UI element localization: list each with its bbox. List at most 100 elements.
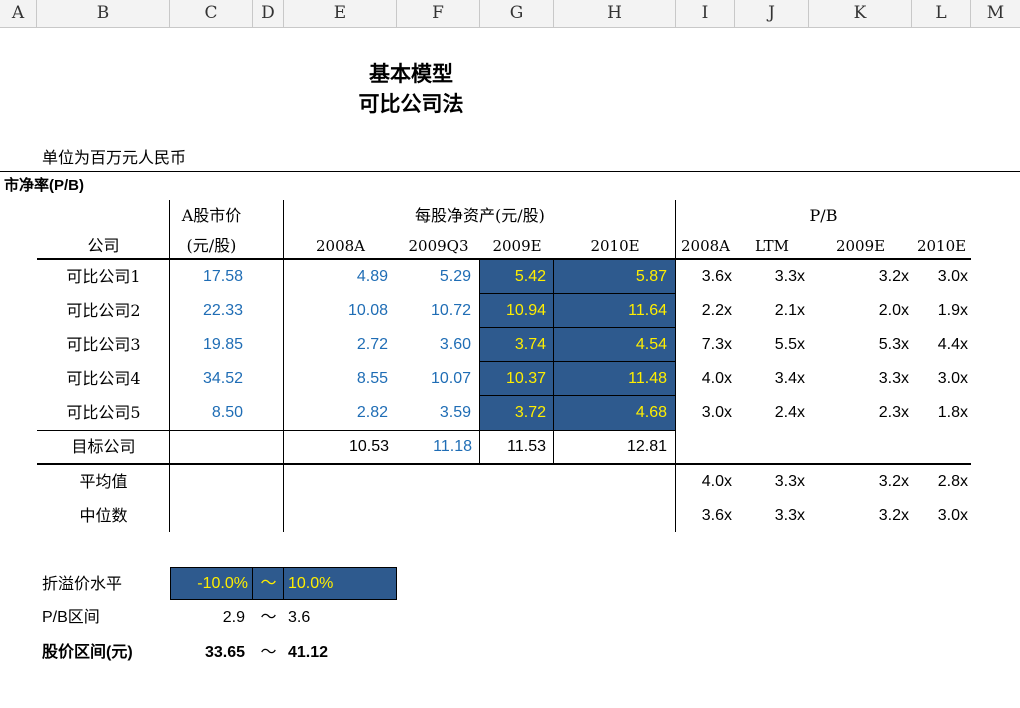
average-pb-2008a[interactable]: 4.0x	[676, 472, 732, 492]
comp-pb-2008a[interactable]: 7.3x	[676, 335, 732, 355]
comp-name[interactable]: 可比公司4	[37, 369, 170, 389]
target-bottom-border	[37, 463, 971, 465]
column-header-g[interactable]: G	[480, 0, 554, 27]
comp-pb-2009e[interactable]: 3.2x	[809, 267, 909, 287]
comp-pb-ltm[interactable]: 2.4x	[735, 403, 805, 423]
pb-range-high[interactable]: 3.6	[288, 608, 310, 628]
comp-bv-2009q3[interactable]: 10.72	[397, 301, 471, 321]
column-header-i[interactable]: I	[676, 0, 735, 27]
comp-bv-2009q3[interactable]: 3.59	[397, 403, 471, 423]
comp-bv-2008a[interactable]: 4.89	[284, 267, 388, 287]
comp-name[interactable]: 可比公司5	[37, 403, 170, 423]
row-sep	[480, 361, 676, 362]
comp-price[interactable]: 22.33	[170, 301, 243, 321]
median-pb-2009e[interactable]: 3.2x	[809, 506, 909, 526]
header-bv-2008a: 2008A	[315, 237, 365, 255]
header-pb-2008a: 2008A	[680, 237, 730, 255]
comp-bv-2010e[interactable]: 11.48	[554, 369, 667, 389]
comp-pb-2009e[interactable]: 2.3x	[809, 403, 909, 423]
comp-price[interactable]: 19.85	[170, 335, 243, 355]
discount-low[interactable]: -10.0%	[170, 574, 248, 594]
comp-pb-2009e[interactable]: 2.0x	[809, 301, 909, 321]
comp-pb-2010e[interactable]: 3.0x	[912, 369, 968, 389]
comp-bv-2009q3[interactable]: 5.29	[397, 267, 471, 287]
comp-pb-2008a[interactable]: 2.2x	[676, 301, 732, 321]
column-header-a[interactable]: A	[0, 0, 37, 27]
comp-bv-2009e[interactable]: 10.37	[480, 369, 546, 389]
unit-note: 单位为百万元人民币	[42, 148, 187, 167]
average-pb-2009e[interactable]: 3.2x	[809, 472, 909, 492]
target-bv-2010e[interactable]: 12.81	[554, 437, 667, 457]
comp-bv-2009e[interactable]: 10.94	[480, 301, 546, 321]
target-name[interactable]: 目标公司	[37, 437, 170, 457]
target-bv-2009e[interactable]: 11.53	[480, 437, 546, 457]
comp-price[interactable]: 17.58	[170, 267, 243, 287]
price-range-high[interactable]: 41.12	[288, 643, 328, 663]
column-header-l[interactable]: L	[912, 0, 971, 27]
comp-bv-2008a[interactable]: 10.08	[284, 301, 388, 321]
comp-pb-2008a[interactable]: 3.6x	[676, 267, 732, 287]
comp-pb-2008a[interactable]: 3.0x	[676, 403, 732, 423]
row-sep	[480, 327, 676, 328]
target-bv-2008a[interactable]: 10.53	[284, 437, 389, 457]
comp-pb-2009e[interactable]: 5.3x	[809, 335, 909, 355]
median-pb-2010e[interactable]: 3.0x	[912, 506, 968, 526]
comp-pb-ltm[interactable]: 3.3x	[735, 267, 805, 287]
comp-pb-2010e[interactable]: 3.0x	[912, 267, 968, 287]
comp-price[interactable]: 8.50	[170, 403, 243, 423]
comp-pb-2010e[interactable]: 4.4x	[912, 335, 968, 355]
column-header-c[interactable]: C	[170, 0, 253, 27]
pb-range-low[interactable]: 2.9	[170, 608, 245, 628]
comp-bv-2009q3[interactable]: 3.60	[397, 335, 471, 355]
median-pb-2008a[interactable]: 3.6x	[676, 506, 732, 526]
price-range-tilde: ～	[260, 644, 277, 661]
comp-name[interactable]: 可比公司3	[37, 335, 170, 355]
header-bv-2009e: 2009E	[492, 237, 542, 255]
comps-bottom-border	[37, 430, 676, 431]
comp-bv-2010e[interactable]: 4.68	[554, 403, 667, 423]
column-header-k[interactable]: K	[809, 0, 912, 27]
comp-price[interactable]: 34.52	[170, 369, 243, 389]
header-company: 公司	[87, 236, 120, 255]
column-header-e[interactable]: E	[284, 0, 397, 27]
comp-name[interactable]: 可比公司2	[37, 301, 170, 321]
pb-range-tilde: ～	[260, 609, 277, 626]
header-a-price-line2: (元/股)	[186, 236, 237, 255]
comp-bv-2010e[interactable]: 11.64	[554, 301, 667, 321]
comp-name[interactable]: 可比公司1	[37, 267, 170, 287]
comp-bv-2009e[interactable]: 3.72	[480, 403, 546, 423]
comp-bv-2008a[interactable]: 2.72	[284, 335, 388, 355]
col-divider-e	[283, 200, 284, 532]
comp-pb-ltm[interactable]: 3.4x	[735, 369, 805, 389]
comp-bv-2008a[interactable]: 8.55	[284, 369, 388, 389]
median-pb-ltm[interactable]: 3.3x	[735, 506, 805, 526]
comp-bv-2009e[interactable]: 3.74	[480, 335, 546, 355]
row-sep	[480, 395, 676, 396]
header-a-price-line1: A股市价	[181, 206, 242, 225]
target-bv-2009q3[interactable]: 11.18	[397, 437, 472, 457]
price-range-low[interactable]: 33.65	[170, 643, 245, 663]
comp-bv-2009q3[interactable]: 10.07	[397, 369, 471, 389]
column-header-m[interactable]: M	[971, 0, 1020, 27]
comp-pb-2009e[interactable]: 3.3x	[809, 369, 909, 389]
row-sep	[480, 293, 676, 294]
comp-pb-2010e[interactable]: 1.8x	[912, 403, 968, 423]
header-pb: P/B	[809, 206, 838, 225]
column-header-f[interactable]: F	[397, 0, 480, 27]
comp-pb-2008a[interactable]: 4.0x	[676, 369, 732, 389]
column-header-d[interactable]: D	[253, 0, 284, 27]
comp-pb-ltm[interactable]: 2.1x	[735, 301, 805, 321]
column-header-j[interactable]: J	[735, 0, 809, 27]
comp-bv-2010e[interactable]: 4.54	[554, 335, 667, 355]
comp-bv-2008a[interactable]: 2.82	[284, 403, 388, 423]
comp-bv-2009e[interactable]: 5.42	[480, 267, 546, 287]
header-bvps: 每股净资产(元/股)	[415, 206, 545, 225]
average-pb-ltm[interactable]: 3.3x	[735, 472, 805, 492]
comp-pb-2010e[interactable]: 1.9x	[912, 301, 968, 321]
average-pb-2010e[interactable]: 2.8x	[912, 472, 968, 492]
comp-pb-ltm[interactable]: 5.5x	[735, 335, 805, 355]
comp-bv-2010e[interactable]: 5.87	[554, 267, 667, 287]
discount-high[interactable]: 10.0%	[288, 574, 333, 594]
column-header-b[interactable]: B	[37, 0, 170, 27]
column-header-h[interactable]: H	[554, 0, 676, 27]
